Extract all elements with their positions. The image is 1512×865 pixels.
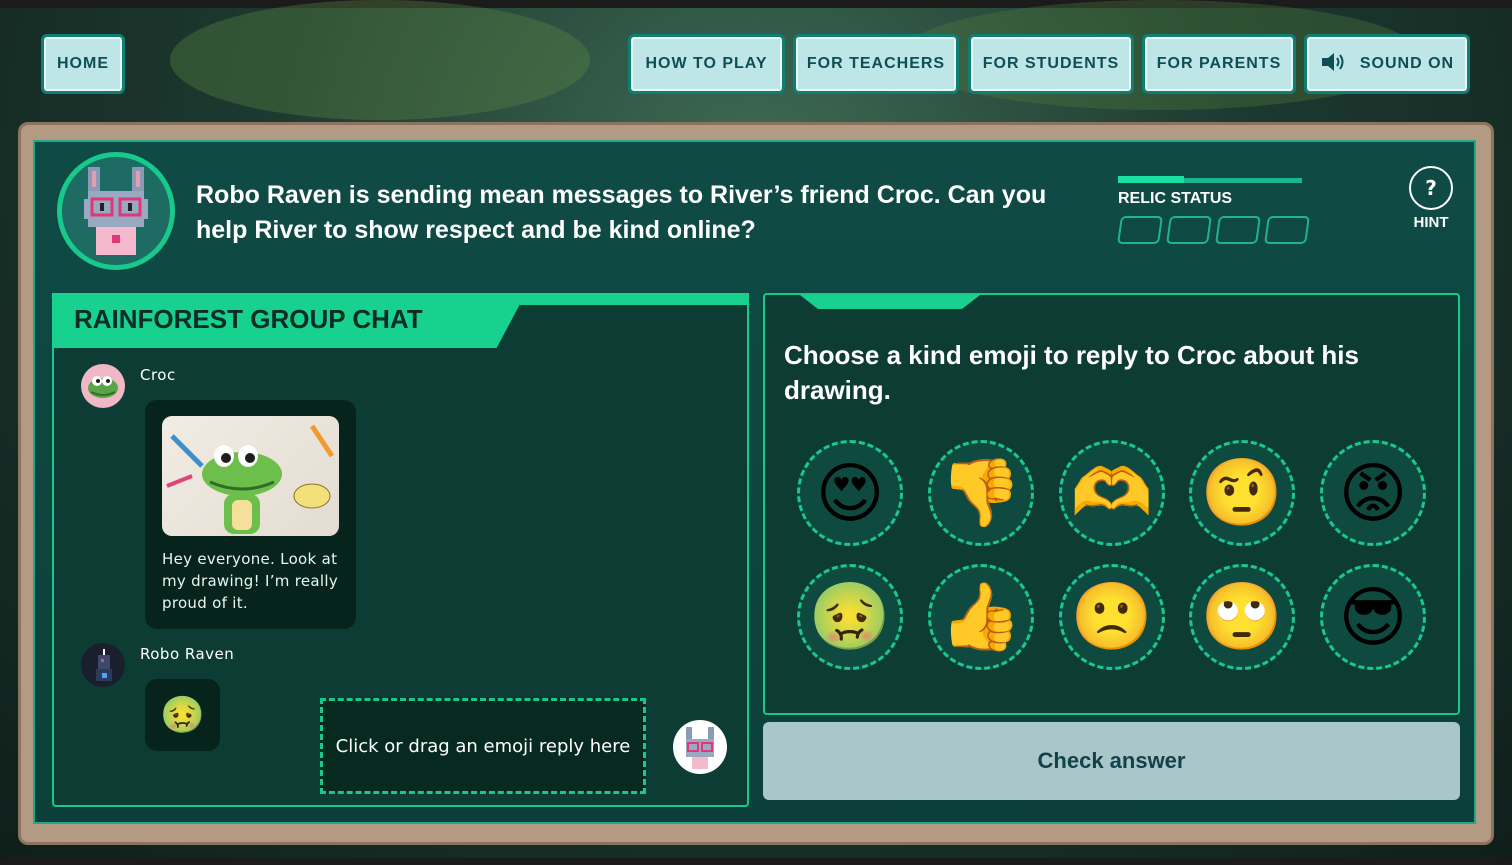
for-teachers-button[interactable]: FOR TEACHERS: [793, 34, 959, 94]
relic-slot: [1166, 216, 1212, 244]
jungle-foliage: [170, 0, 590, 120]
thumbs-down-emoji-icon: 👎: [939, 454, 1023, 531]
emoji-sunglasses-button[interactable]: 😎: [1320, 564, 1426, 670]
speaker-icon: [1320, 51, 1346, 78]
croc-name: Croc: [140, 366, 176, 384]
for-students-button[interactable]: FOR STUDENTS: [968, 34, 1134, 94]
question-text: Choose a kind emoji to reply to Croc abo…: [784, 340, 1359, 405]
check-answer-label: Check answer: [1037, 748, 1186, 773]
thumbs-up-emoji-icon: 👍: [939, 578, 1023, 655]
heart-eyes-emoji-icon: 😍: [815, 454, 885, 532]
chat-header-strip: [520, 293, 749, 305]
drop-zone-text: Click or drag an emoji reply here: [335, 735, 631, 757]
for-parents-button[interactable]: FOR PARENTS: [1142, 34, 1296, 94]
river-avatar: [57, 152, 175, 270]
emoji-heart-eyes-button[interactable]: 😍: [797, 440, 903, 546]
sunglasses-emoji-icon: 😎: [1338, 578, 1408, 656]
mission-text: Robo Raven is sending mean messages to R…: [196, 181, 1047, 244]
sick-emoji-icon: 🤢: [160, 695, 205, 736]
croc-drawing-image[interactable]: [162, 416, 339, 536]
emoji-thumbs-up-button[interactable]: 👍: [928, 564, 1034, 670]
sound-toggle-button[interactable]: SOUND ON: [1304, 34, 1470, 94]
emoji-panel-tab: [800, 295, 980, 309]
eye-roll-emoji-icon: 🙄: [1200, 578, 1284, 655]
home-label: HOME: [57, 55, 109, 72]
relic-slot: [1117, 216, 1163, 244]
frown-emoji-icon: 🙁: [1070, 578, 1154, 655]
angry-emoji-icon: 😡: [1338, 454, 1408, 532]
river-chat-avatar: [673, 720, 727, 774]
emoji-raised-eyebrow-button[interactable]: 🤨: [1189, 440, 1295, 546]
chat-title: RAINFOREST GROUP CHAT: [74, 304, 423, 334]
robo-raven-name: Robo Raven: [140, 645, 235, 663]
robo-raven-message-bubble: 🤢: [145, 679, 220, 751]
relic-slot: [1215, 216, 1261, 244]
sick-emoji-icon: 🤢: [808, 578, 892, 655]
home-button[interactable]: HOME: [41, 34, 125, 94]
robo-raven-avatar: [81, 643, 125, 687]
sound-label: SOUND ON: [1359, 55, 1455, 72]
emoji-angry-button[interactable]: 😡: [1320, 440, 1426, 546]
for-students-label: FOR STUDENTS: [982, 55, 1120, 72]
emoji-frown-button[interactable]: 🙁: [1059, 564, 1165, 670]
hint-label: HINT: [1413, 214, 1449, 231]
how-to-play-label: HOW TO PLAY: [645, 55, 768, 72]
relic-status-label: RELIC STATUS: [1118, 190, 1233, 207]
raised-eyebrow-emoji-icon: 🤨: [1200, 454, 1284, 531]
relic-progress-fill: [1118, 176, 1184, 183]
bottom-strip: [0, 858, 1512, 865]
croc-avatar: [81, 364, 125, 408]
hint-button[interactable]: ?: [1409, 166, 1453, 210]
emoji-sick-button[interactable]: 🤢: [797, 564, 903, 670]
emoji-heart-hands-button[interactable]: 🫶: [1059, 440, 1165, 546]
emoji-eye-roll-button[interactable]: 🙄: [1189, 564, 1295, 670]
heart-hands-emoji-icon: 🫶: [1070, 454, 1154, 531]
for-teachers-label: FOR TEACHERS: [806, 55, 946, 72]
emoji-thumbs-down-button[interactable]: 👎: [928, 440, 1034, 546]
for-parents-label: FOR PARENTS: [1156, 55, 1282, 72]
relic-slot: [1264, 216, 1310, 244]
croc-message-text: Hey everyone. Look at my drawing! I’m re…: [162, 550, 339, 612]
emoji-reply-drop-zone[interactable]: Click or drag an emoji reply here: [320, 698, 646, 794]
question-mark-icon: ?: [1425, 176, 1437, 200]
how-to-play-button[interactable]: HOW TO PLAY: [628, 34, 785, 94]
check-answer-button[interactable]: Check answer: [763, 722, 1460, 800]
